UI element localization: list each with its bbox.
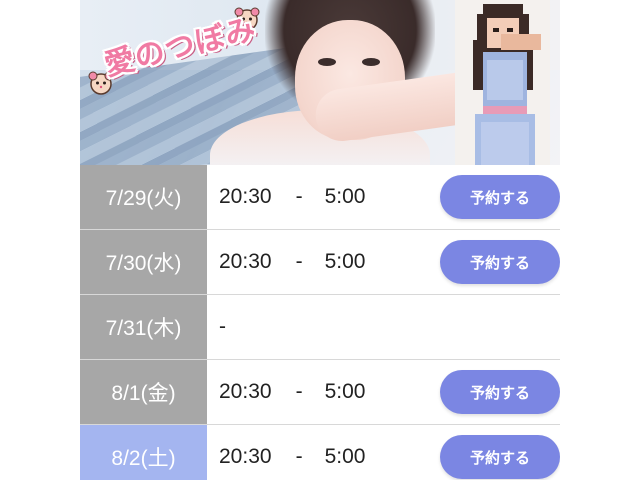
time-separator: - [295, 250, 303, 273]
schedule-row: 7/29(火) 20:30 - 5:00 予約する [80, 165, 560, 230]
date-cell: 8/1(金) [80, 360, 207, 424]
reserve-button[interactable]: 予約する [440, 370, 560, 414]
banner-portrait-eye [362, 58, 380, 66]
profile-schedule-panel: 愛のつぼみ 7/29(火) 20:30 - 5:00 予約する 7/30(水) … [80, 0, 560, 480]
end-time: 5:00 [324, 185, 366, 208]
schedule-row-today: 8/2(土) 20:30 - 5:00 予約する [80, 425, 560, 480]
schedule-row: 8/1(金) 20:30 - 5:00 予約する [80, 360, 560, 425]
end-time: 5:00 [324, 380, 366, 403]
start-time: 20:30 [219, 380, 272, 403]
time-separator: - [295, 185, 303, 208]
date-cell: 7/31(木) [80, 295, 207, 359]
start-time: 20:30 [219, 250, 272, 273]
no-shift-marker: - [219, 315, 226, 338]
banner-portrait-eye [318, 58, 336, 66]
time-separator: - [295, 380, 303, 403]
date-cell: 7/30(水) [80, 230, 207, 294]
time-separator: - [295, 445, 303, 468]
pixel-girl-illustration [455, 0, 550, 165]
time-cell: - [207, 295, 560, 359]
start-time: 20:30 [219, 185, 272, 208]
schedule-row: 7/30(水) 20:30 - 5:00 予約する [80, 230, 560, 295]
end-time: 5:00 [324, 250, 366, 273]
reserve-button[interactable]: 予約する [440, 175, 560, 219]
reserve-button[interactable]: 予約する [440, 435, 560, 479]
profile-banner: 愛のつぼみ [80, 0, 560, 165]
reserve-button[interactable]: 予約する [440, 240, 560, 284]
date-cell: 7/29(火) [80, 165, 207, 229]
date-cell: 8/2(土) [80, 425, 207, 480]
schedule-row: 7/31(木) - [80, 295, 560, 360]
start-time: 20:30 [219, 445, 272, 468]
end-time: 5:00 [324, 445, 366, 468]
schedule-table: 7/29(火) 20:30 - 5:00 予約する 7/30(水) 20:30 … [80, 165, 560, 480]
